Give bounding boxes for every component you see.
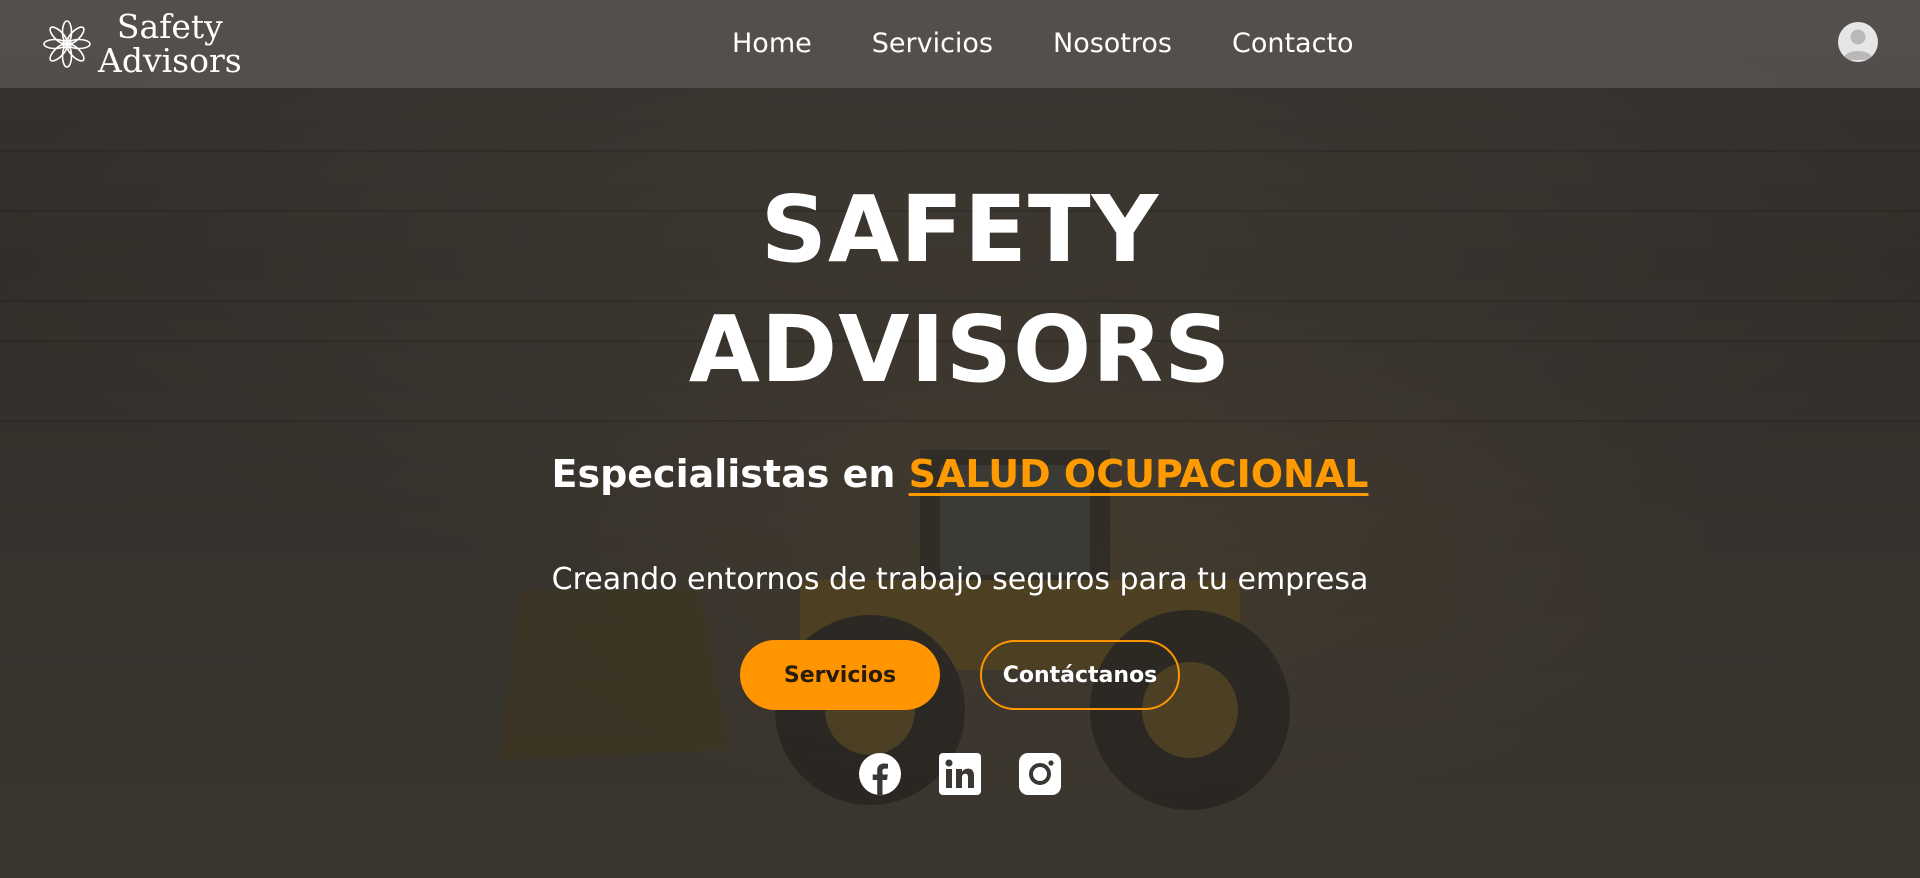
nav-item-servicios[interactable]: Servicios [872, 25, 993, 63]
servicios-button[interactable]: Servicios [740, 640, 940, 710]
contactanos-button[interactable]: Contáctanos [980, 640, 1180, 710]
user-icon [1843, 29, 1873, 60]
flower-logo-icon [43, 20, 91, 68]
linkedin-icon[interactable] [938, 752, 982, 796]
site-logo[interactable]: Safety Advisors [42, 10, 242, 78]
hero-buttons: Servicios Contáctanos [740, 640, 1180, 710]
hero-title-line-1: SAFETY [760, 176, 1160, 283]
brand-name: Safety Advisors [98, 10, 242, 78]
hero-title-line-2: ADVISORS [688, 296, 1232, 403]
facebook-icon[interactable] [858, 752, 902, 796]
main-nav: Home Servicios Nosotros Contacto [732, 25, 1414, 63]
hero-title: SAFETY ADVISORS [0, 170, 1920, 410]
tagline-prefix: Especialistas en [551, 452, 896, 496]
brand-line-2: Advisors [98, 41, 242, 80]
brand-line-1: Safety [116, 7, 223, 46]
nav-item-contacto[interactable]: Contacto [1232, 25, 1354, 63]
instagram-icon[interactable] [1018, 752, 1062, 796]
hero-tagline: Especialistas en SALUD OCUPACIONAL [0, 452, 1920, 496]
nav-item-home[interactable]: Home [732, 25, 812, 63]
hero-overlay [0, 0, 1920, 878]
site-header: Safety Advisors Home Servicios Nosotros … [0, 0, 1920, 88]
tagline-accent-link[interactable]: SALUD OCUPACIONAL [909, 452, 1369, 496]
hero-subtitle: Creando entornos de trabajo seguros para… [551, 562, 1369, 597]
nav-item-nosotros[interactable]: Nosotros [1053, 25, 1172, 63]
social-links [858, 752, 1098, 796]
user-avatar[interactable] [1838, 22, 1878, 62]
